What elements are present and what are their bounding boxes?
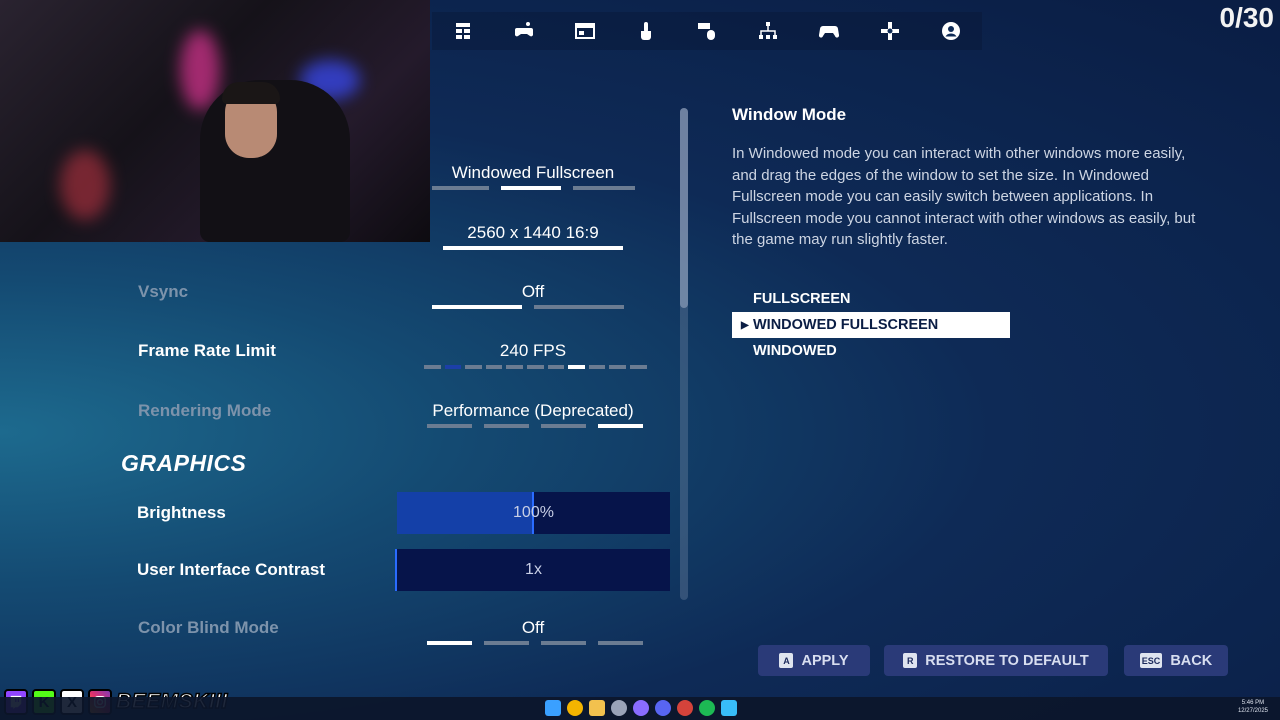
tab-keyboard-mouse[interactable] (676, 12, 737, 50)
restore-label: RESTORE TO DEFAULT (925, 652, 1089, 669)
resolution-indicator (443, 246, 623, 250)
rendering-mode-indicator (427, 424, 643, 428)
vsync-label: Vsync (138, 282, 189, 301)
window-mode-indicator (432, 186, 635, 190)
option-segment (485, 365, 503, 369)
color-blind-label: Color Blind Mode (138, 618, 279, 637)
ui-contrast-label: User Interface Contrast (137, 560, 326, 579)
discord-icon[interactable] (655, 700, 671, 716)
tab-display[interactable] (554, 12, 615, 50)
option-windowed[interactable]: WINDOWED (732, 338, 1010, 364)
tab-controller[interactable] (493, 12, 554, 50)
option-segment (541, 641, 586, 645)
key-r-icon: R (903, 653, 918, 668)
window-mode-value[interactable]: Windowed Fullscreen (413, 163, 653, 183)
tab-gamepad[interactable] (799, 12, 860, 50)
option-segment (598, 424, 643, 428)
option-segment (424, 365, 441, 369)
back-label: BACK (1170, 652, 1213, 669)
option-segment (484, 424, 529, 428)
account-icon (942, 22, 961, 40)
taskbar-apps (545, 700, 737, 716)
option-segment (609, 365, 626, 369)
option-segment (444, 365, 462, 369)
resolution-value[interactable]: 2560 x 1440 16:9 (413, 223, 653, 243)
tab-hierarchy[interactable] (738, 12, 799, 50)
detail-description: In Windowed mode you can interact with o… (732, 145, 1196, 248)
controller-settings-icon (514, 22, 533, 37)
taskbar-clock: 5:46 PM 12/27/2025 (1238, 699, 1268, 715)
brightness-label: Brightness (137, 503, 226, 522)
brightness-value: 100% (513, 504, 554, 521)
key-a-icon: A (779, 653, 794, 668)
back-button[interactable]: ESC BACK (1124, 645, 1228, 676)
frame-rate-value[interactable]: 240 FPS (413, 341, 653, 361)
viewer-counter: 0/30 (1219, 2, 1275, 33)
tab-account[interactable] (921, 12, 982, 50)
option-segment (484, 641, 529, 645)
rendering-mode-label: Rendering Mode (138, 401, 272, 420)
game-settings-icon (455, 23, 470, 39)
settings-scrollbar[interactable] (680, 108, 688, 600)
scrollbar-thumb[interactable] (680, 108, 688, 308)
clock-time: 5:46 PM (1241, 700, 1265, 706)
app-icon[interactable] (633, 700, 649, 716)
apply-label: APPLY (801, 652, 849, 669)
option-segment (465, 365, 482, 369)
spotify-icon[interactable] (699, 700, 715, 716)
dpad-icon (881, 22, 900, 40)
option-segment (506, 365, 523, 369)
fortnite-icon[interactable] (721, 700, 737, 716)
apply-button[interactable]: A APPLY (758, 645, 870, 676)
webcam-overlay (0, 0, 430, 242)
option-label: FULLSCREEN (753, 291, 851, 307)
windows-start-icon[interactable] (545, 700, 561, 716)
touch-icon (640, 22, 651, 40)
key-esc-icon: ESC (1139, 653, 1163, 668)
rendering-mode-value[interactable]: Performance (Deprecated) (413, 401, 653, 421)
section-graphics-heading: GRAPHICS (121, 450, 247, 476)
option-segment (598, 641, 643, 645)
settings-tab-bar (432, 12, 982, 50)
option-segment (588, 365, 606, 369)
restore-default-button[interactable]: R RESTORE TO DEFAULT (884, 645, 1108, 676)
vsync-indicator (432, 305, 624, 309)
color-blind-indicator (427, 641, 643, 645)
app-icon[interactable] (677, 700, 693, 716)
option-segment (526, 365, 544, 369)
obs-icon[interactable] (611, 700, 627, 716)
option-label: WINDOWED (753, 343, 837, 359)
ui-contrast-value: 1x (525, 561, 542, 578)
tab-game[interactable] (432, 12, 493, 50)
gamepad-icon (819, 26, 840, 38)
caret-right-icon: ▶ (741, 319, 749, 331)
chrome-icon[interactable] (567, 700, 583, 716)
detail-title: Window Mode (732, 105, 847, 124)
option-label: WINDOWED FULLSCREEN (753, 317, 939, 333)
vsync-value[interactable]: Off (413, 282, 653, 302)
option-segment (629, 365, 647, 369)
ui-contrast-slider[interactable]: 1x (395, 549, 670, 591)
folder-icon[interactable] (589, 700, 605, 716)
frame-rate-indicator (424, 365, 647, 369)
keyboard-mouse-icon (697, 23, 715, 40)
frame-rate-label: Frame Rate Limit (138, 341, 276, 360)
clock-date: 12/27/2025 (1237, 708, 1268, 714)
option-segment (427, 641, 472, 645)
option-segment (427, 424, 472, 428)
option-segment (568, 365, 585, 369)
option-segment (547, 365, 565, 369)
option-windowed-fullscreen[interactable]: ▶ WINDOWED FULLSCREEN (732, 312, 1010, 338)
display-icon (574, 23, 595, 39)
tab-touch[interactable] (615, 12, 676, 50)
option-segment (541, 424, 586, 428)
hierarchy-icon (759, 22, 778, 39)
tab-dpad[interactable] (860, 12, 921, 50)
option-fullscreen[interactable]: FULLSCREEN (732, 286, 1010, 312)
brightness-slider[interactable]: 100% (397, 492, 670, 534)
color-blind-value[interactable]: Off (413, 618, 653, 638)
